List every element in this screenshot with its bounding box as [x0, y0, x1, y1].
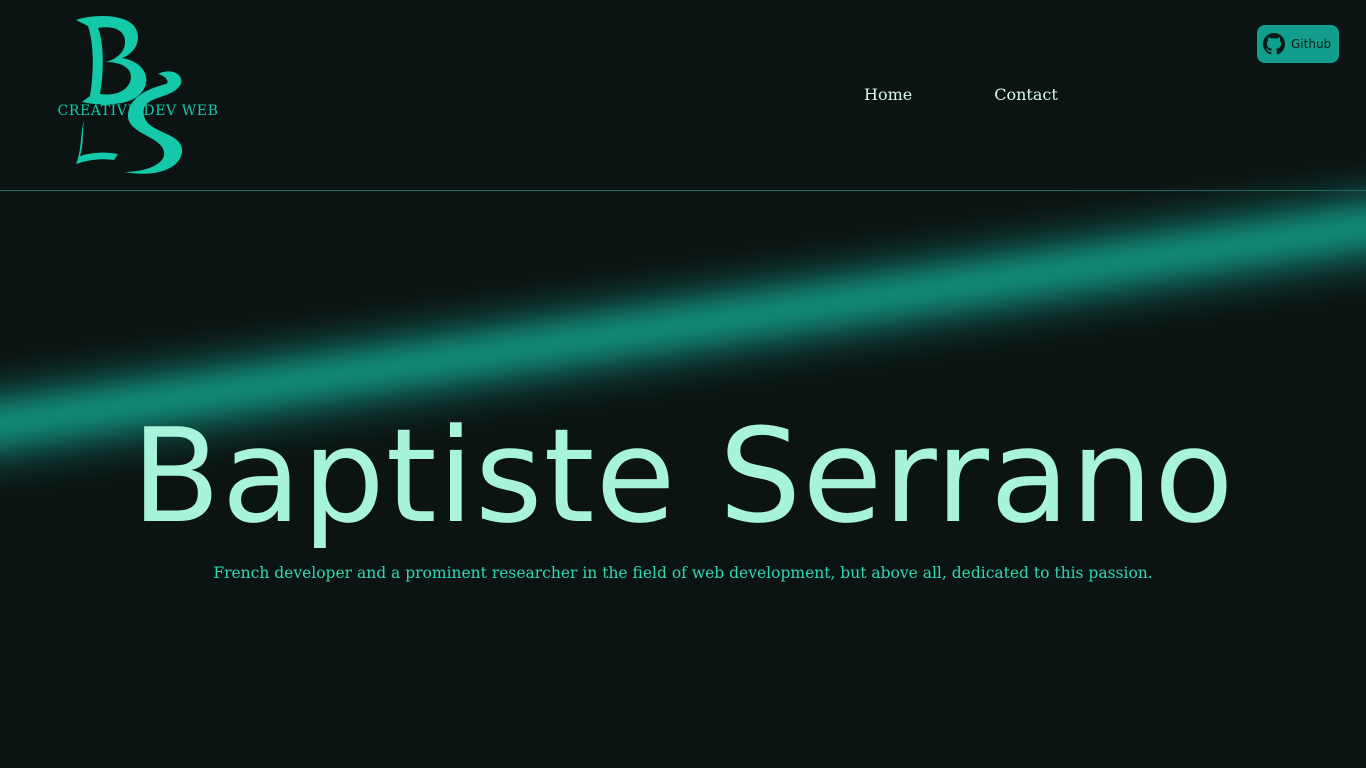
logo-monogram-icon: CREATIVE DEV WEB	[58, 16, 219, 174]
logo-tagline: CREATIVE DEV WEB	[58, 103, 219, 119]
hero-subtitle: French developer and a prominent researc…	[213, 564, 1153, 582]
site-header: CREATIVE DEV WEB Home Contact Github	[0, 0, 1366, 191]
github-button-label: Github	[1291, 37, 1332, 51]
page: CREATIVE DEV WEB Home Contact Github Bap…	[0, 0, 1366, 768]
hero-title: Baptiste Serrano	[131, 400, 1235, 552]
github-button[interactable]: Github	[1257, 25, 1339, 63]
github-icon	[1263, 33, 1285, 55]
site-logo[interactable]: CREATIVE DEV WEB	[54, 12, 224, 180]
nav-link-home[interactable]: Home	[864, 84, 912, 106]
nav-link-contact[interactable]: Contact	[994, 84, 1058, 106]
main-nav: Home Contact	[864, 84, 1058, 106]
